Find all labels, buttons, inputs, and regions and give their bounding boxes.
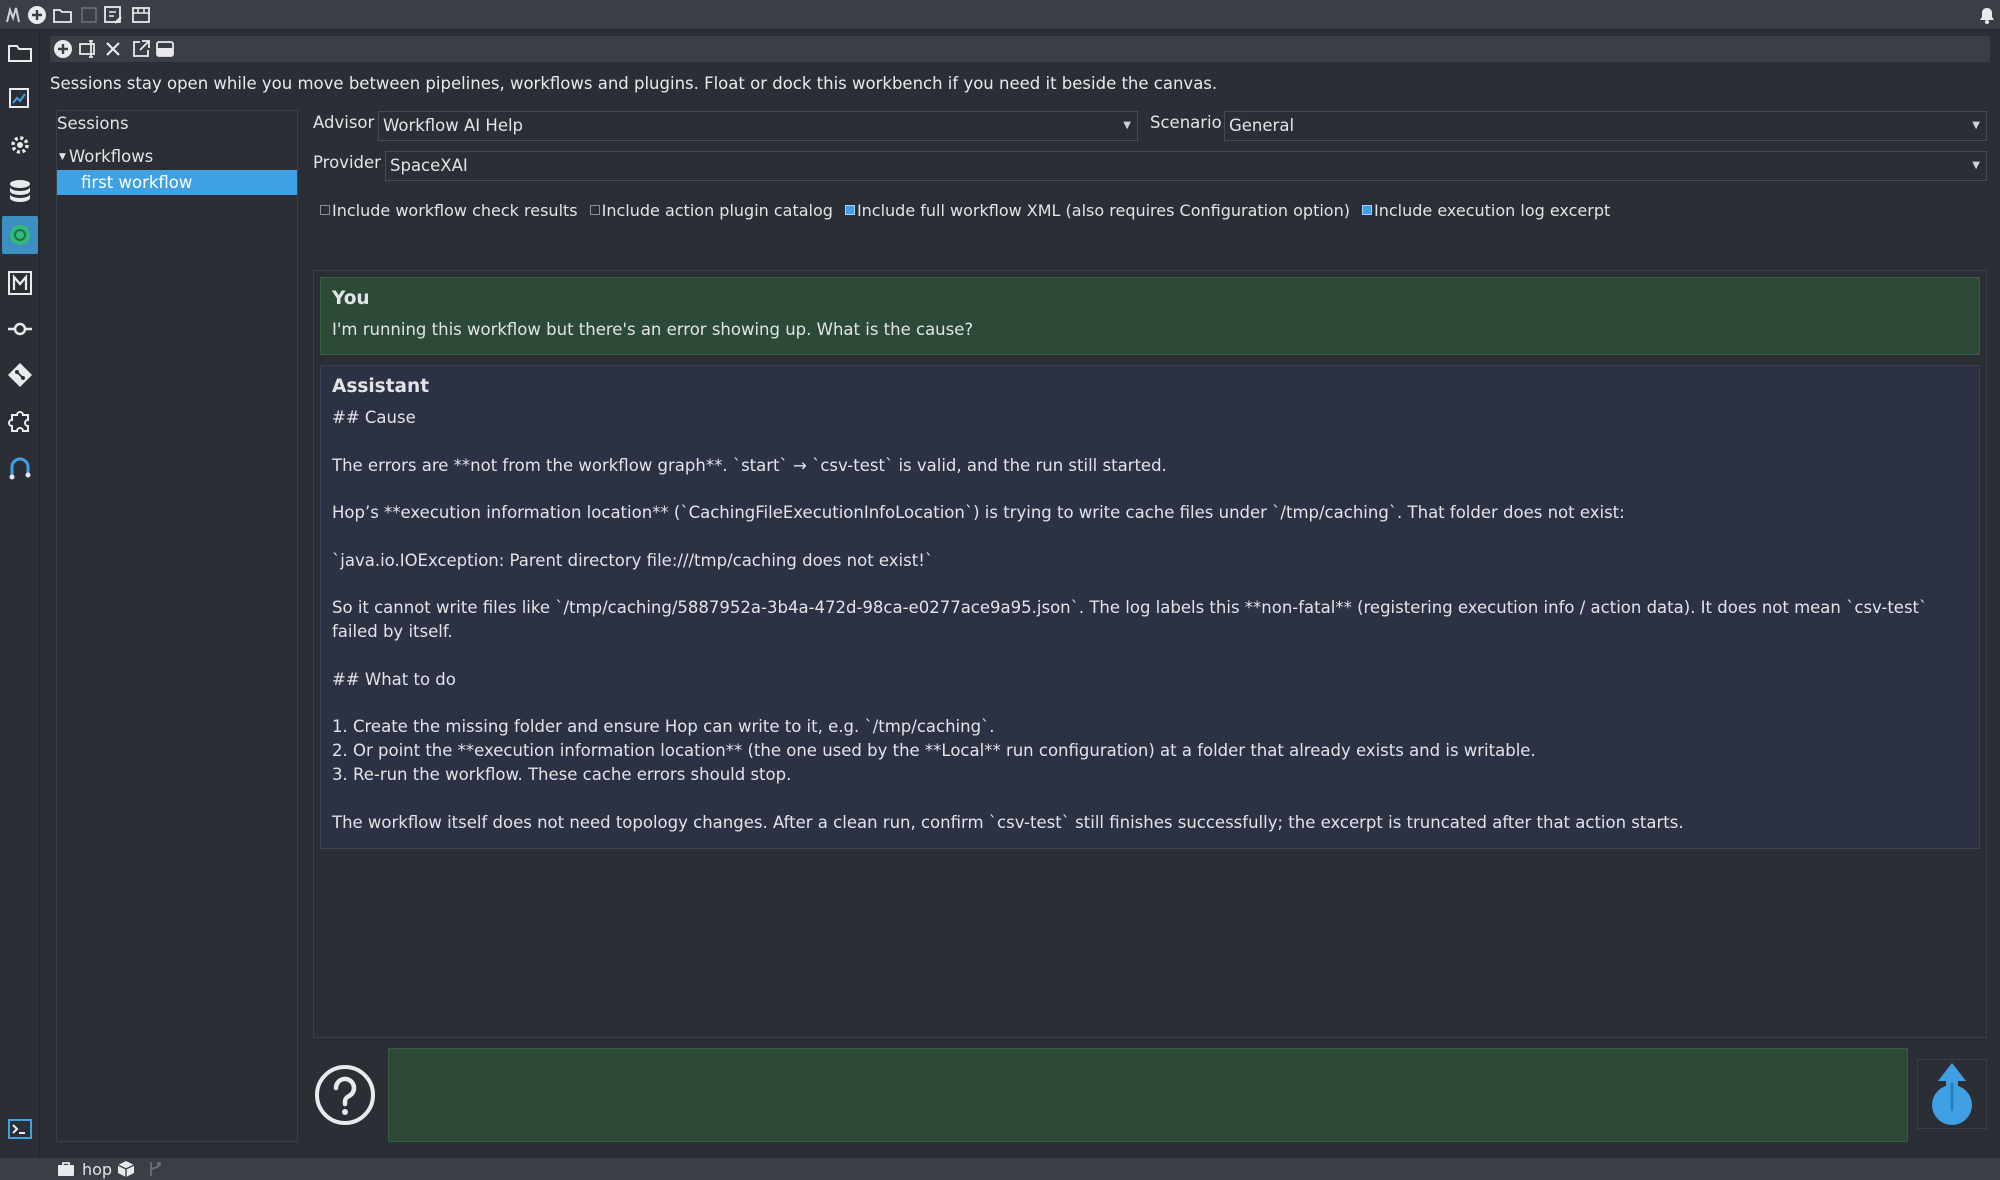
option-label: Include action plugin catalog	[601, 200, 833, 220]
chevron-down-icon: ▼	[1123, 120, 1131, 131]
session-item-first-workflow[interactable]: first workflow	[57, 170, 297, 195]
advisor-select[interactable]: Workflow AI Help ▼	[378, 111, 1138, 141]
terminal-icon[interactable]	[2, 1110, 38, 1148]
help-question-icon	[315, 1065, 375, 1125]
session-toolbar	[50, 36, 1990, 62]
dock-panel-icon[interactable]	[154, 38, 176, 60]
close-session-icon[interactable]	[102, 38, 124, 60]
save-as-icon[interactable]	[102, 4, 124, 26]
option-label: Include execution log excerpt	[1373, 200, 1611, 220]
explorer-folder-icon[interactable]	[2, 34, 38, 72]
chevron-down-icon: ▼	[1972, 160, 1980, 171]
session-hint: Sessions stay open while you move betwee…	[50, 74, 1218, 93]
help-button[interactable]	[313, 1063, 377, 1127]
hop-logo-icon[interactable]	[2, 4, 24, 26]
message-author: You	[332, 288, 370, 309]
configuration-gear-icon[interactable]	[2, 126, 38, 164]
lineage-icon[interactable]	[2, 448, 38, 486]
project-name[interactable]: hop	[82, 1160, 112, 1179]
status-bar: hop	[0, 1158, 2000, 1180]
float-window-icon[interactable]	[130, 38, 152, 60]
environment-cube-icon[interactable]	[116, 1160, 136, 1178]
message-text: I'm running this workflow but there's an…	[332, 320, 974, 339]
metadata-database-icon[interactable]	[2, 172, 38, 210]
marketplace-icon[interactable]	[130, 4, 152, 26]
checkbox-execution-log-excerpt[interactable]	[1361, 205, 1372, 215]
tree-group-label: Workflows	[68, 147, 154, 166]
conversation-area[interactable]: You I'm running this workflow but there'…	[313, 270, 1987, 1038]
data-orchestration-icon[interactable]	[2, 80, 38, 118]
scenario-label: Scenario	[1150, 113, 1222, 132]
scenario-select[interactable]: General ▼	[1224, 111, 1987, 141]
provider-label: Provider	[313, 153, 381, 172]
sessions-label: Sessions	[57, 114, 129, 133]
git-icon[interactable]	[2, 356, 38, 394]
option-label: Include full workflow XML (also requires…	[856, 200, 1350, 220]
prompt-input[interactable]	[388, 1048, 1908, 1142]
open-file-icon[interactable]	[52, 4, 74, 26]
provider-value: SpaceXAI	[390, 156, 468, 175]
user-message: You I'm running this workflow but there'…	[320, 277, 1980, 355]
plugins-puzzle-icon[interactable]	[2, 402, 38, 440]
assistant-message: Assistant ## Cause The errors are **not …	[320, 365, 1980, 849]
checkbox-full-workflow-xml[interactable]	[844, 205, 855, 215]
main-toolbar	[0, 0, 2000, 30]
chevron-down-icon: ▼	[1972, 120, 1980, 131]
message-text: ## Cause The errors are **not from the w…	[332, 408, 1928, 832]
scenario-value: General	[1229, 116, 1295, 135]
option-full-workflow-xml[interactable]: Include full workflow XML (also requires…	[844, 200, 1350, 220]
ai-workbench-icon[interactable]	[2, 216, 38, 254]
send-arrow-icon	[1932, 1063, 1972, 1125]
option-workflow-check-results[interactable]: Include workflow check results	[320, 201, 578, 220]
advisor-label: Advisor	[313, 113, 375, 132]
provider-select[interactable]: SpaceXAI ▼	[385, 151, 1987, 181]
checkbox-workflow-check-results[interactable]	[320, 205, 330, 215]
advisor-value: Workflow AI Help	[383, 116, 524, 135]
rename-session-icon[interactable]	[78, 38, 100, 60]
git-commit-icon[interactable]	[2, 310, 38, 348]
message-author: Assistant	[332, 376, 430, 397]
new-file-icon[interactable]	[26, 4, 48, 26]
git-branch-icon	[146, 1160, 164, 1178]
new-session-icon[interactable]	[52, 38, 74, 60]
perspective-bar	[0, 30, 40, 1158]
notification-bell-icon[interactable]	[1976, 4, 1998, 26]
tree-group-workflows[interactable]: ▼ Workflows	[59, 147, 153, 166]
context-options: Include workflow check results Include a…	[320, 199, 1622, 221]
markdown-icon[interactable]	[2, 264, 38, 302]
briefcase-icon	[56, 1160, 76, 1178]
option-action-plugin-catalog[interactable]: Include action plugin catalog	[589, 200, 833, 220]
save-icon[interactable]	[78, 4, 100, 26]
checkbox-action-plugin-catalog[interactable]	[589, 205, 600, 215]
send-button[interactable]	[1917, 1059, 1987, 1129]
option-label: Include workflow check results	[332, 200, 578, 220]
sessions-panel: Sessions ▼ Workflows first workflow	[56, 110, 298, 1142]
option-execution-log-excerpt[interactable]: Include execution log excerpt	[1361, 200, 1611, 220]
tree-collapse-icon[interactable]: ▼	[59, 152, 66, 162]
